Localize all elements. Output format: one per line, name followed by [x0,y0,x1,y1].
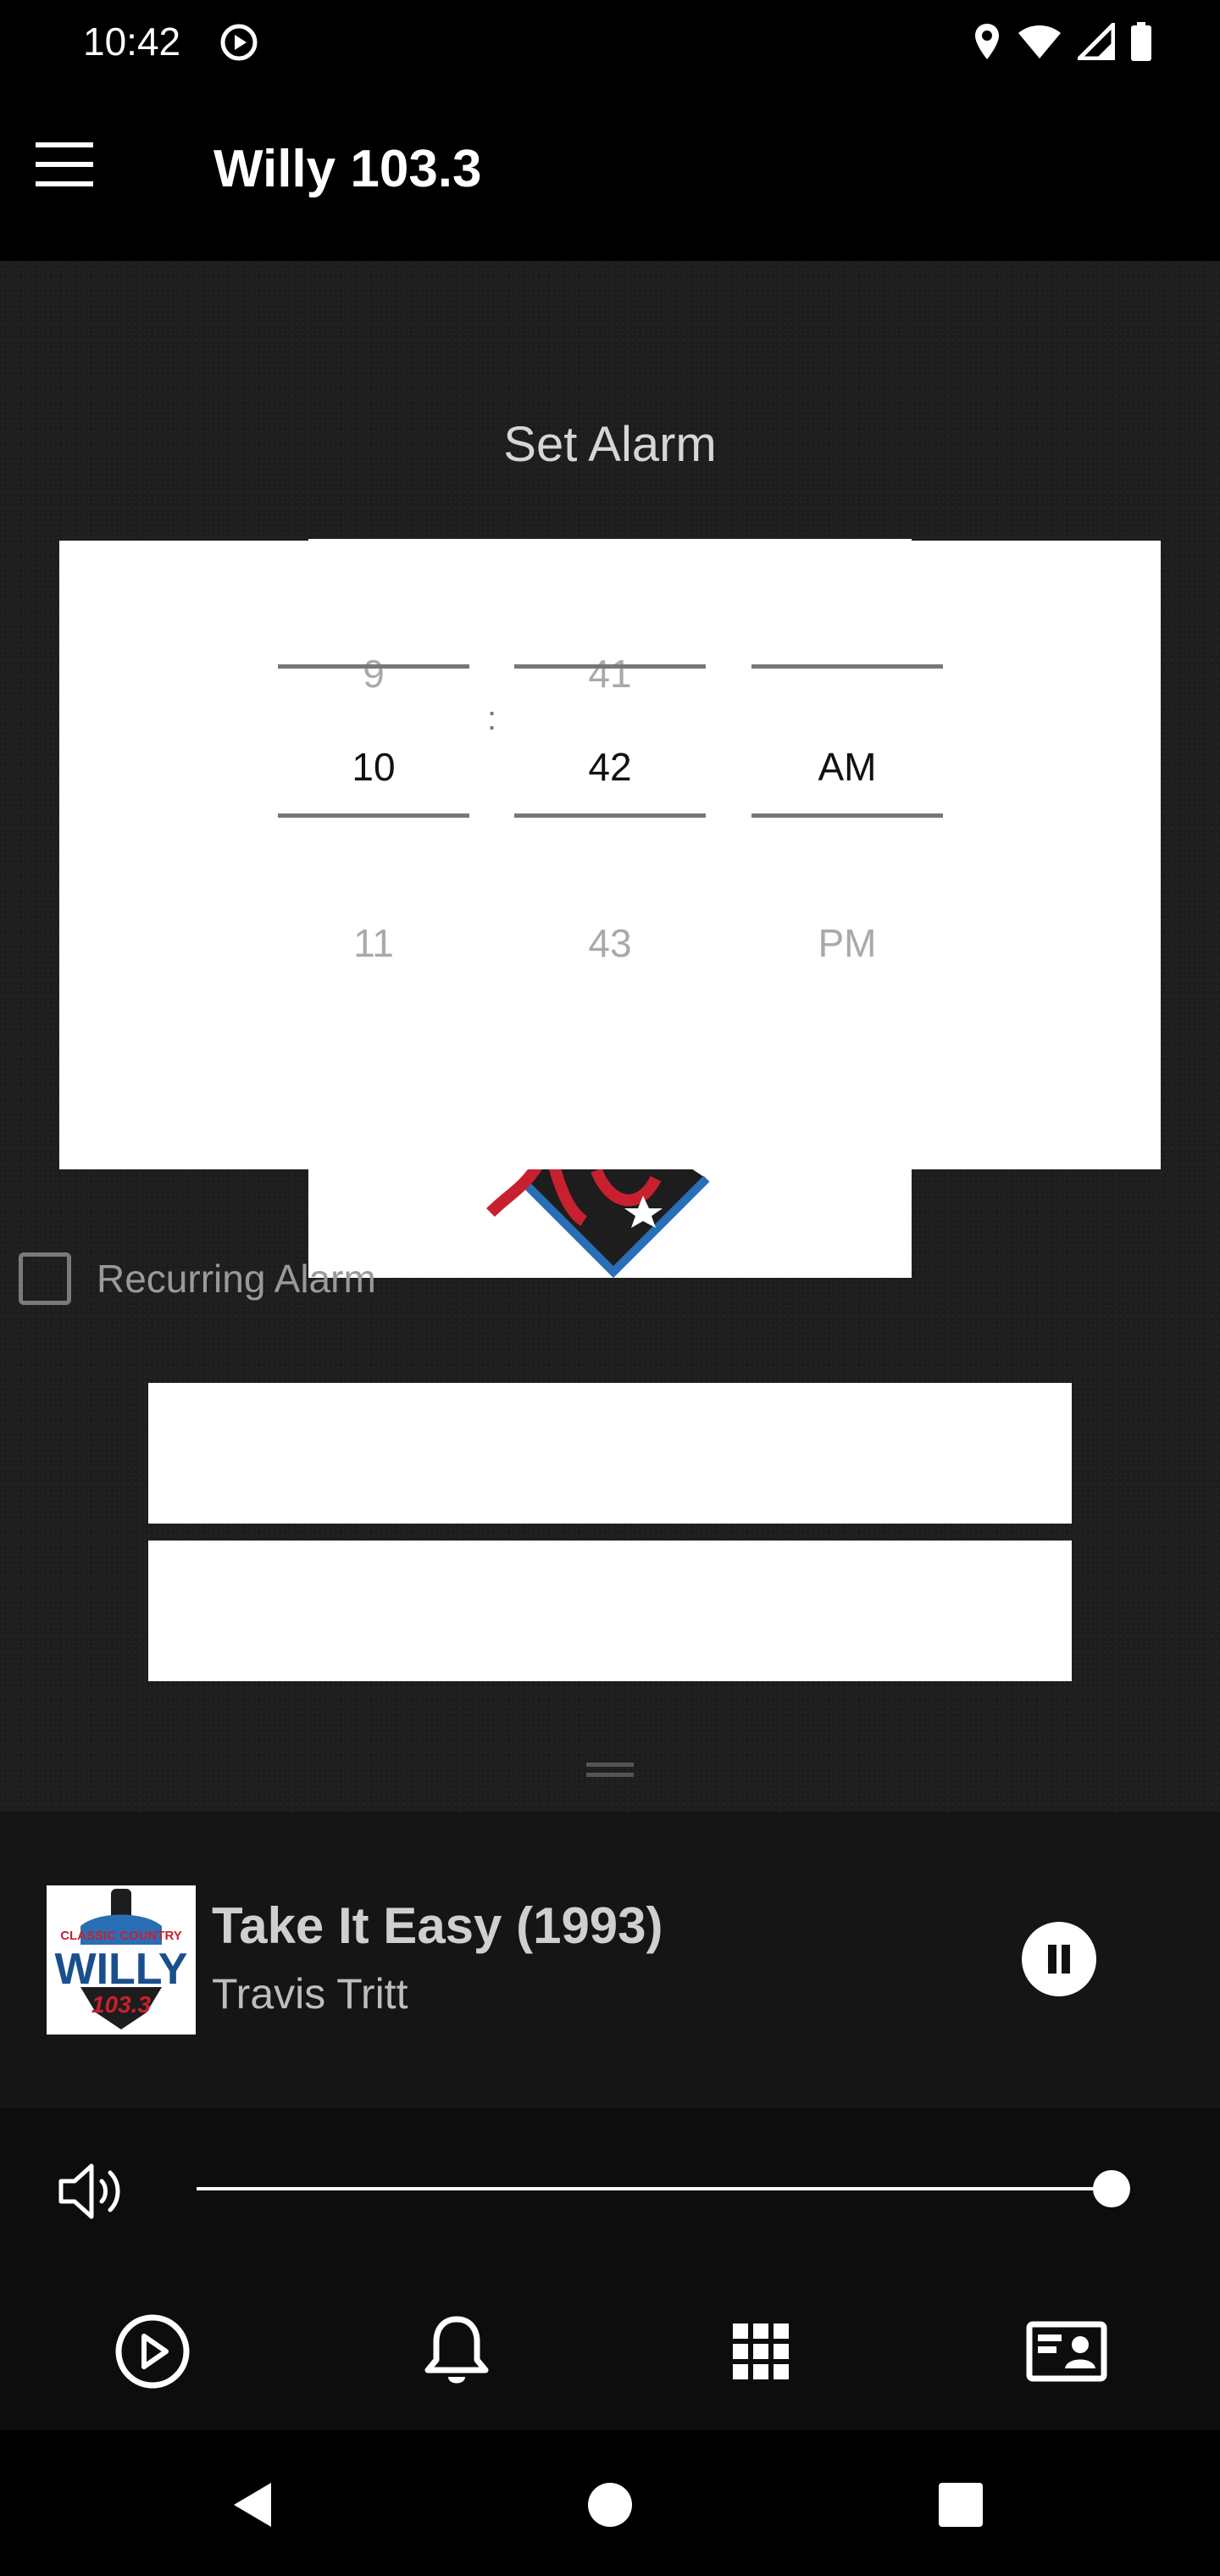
picker-divider-1-0 [514,664,706,669]
nav-alarm[interactable] [410,2305,503,2398]
album-art: CLASSIC COUNTRY WILLY 103.3 [47,1885,196,2035]
app-title: Willy 103.3 [214,140,482,198]
volume-thumb[interactable] [1093,2170,1130,2207]
nav-play[interactable] [106,2305,199,2398]
minute-prev[interactable]: 41 [514,651,706,697]
volume-row [0,2108,1220,2269]
alarm-action-button-2[interactable] [148,1541,1072,1681]
alarm-action-button-1[interactable] [148,1383,1072,1524]
contact-card-icon [1026,2321,1107,2382]
picker-divider-2-0 [751,664,943,669]
pause-icon [1048,1945,1056,1974]
time-picker: 9 10 11 : 41 42 43 AM PM [59,541,1161,1169]
recurring-checkbox[interactable] [19,1252,71,1305]
now-playing-bar[interactable]: CLASSIC COUNTRY WILLY 103.3 Take It Easy… [0,1812,1220,2108]
volume-fill [197,2187,1112,2190]
home-icon [588,2483,632,2527]
alarm-screen: Set Alarm 9 10 11 : 41 42 43 AM PM Recur… [0,261,1220,1812]
system-navigation-bar [0,2430,1220,2576]
recents-icon [939,2483,983,2527]
album-art-line3: 103.3 [92,1991,151,2018]
location-icon [975,24,999,59]
recurring-alarm-label: Recurring Alarm [97,1257,376,1301]
station-logo-image [486,1162,710,1278]
home-button[interactable] [569,2464,651,2545]
minute-selected[interactable]: 42 [514,744,706,790]
minute-next[interactable]: 43 [514,920,706,966]
period-next[interactable]: PM [751,920,943,966]
volume-icon[interactable] [56,2157,124,2225]
album-art-line1: CLASSIC COUNTRY [60,1929,182,1943]
time-separator: : [487,700,497,737]
set-alarm-heading: Set Alarm [503,417,717,472]
play-circle-icon [220,24,258,61]
drag-handle[interactable] [586,1763,634,1781]
play-circle-icon [115,2314,190,2389]
signal-icon [1078,23,1115,60]
picker-divider-0-0 [278,664,469,669]
picker-divider-2-1 [751,813,943,818]
period-selected[interactable]: AM [751,744,943,790]
hamburger-menu-icon[interactable] [34,134,95,195]
recents-button[interactable] [920,2464,1001,2545]
track-artist: Travis Tritt [212,1970,408,2018]
picker-divider-1-1 [514,813,706,818]
hour-next[interactable]: 11 [278,920,469,966]
hour-selected[interactable]: 10 [278,744,469,790]
station-logo-icon: CLASSIC COUNTRY WILLY 103.3 [47,1885,196,2035]
bottom-navigation [0,2269,1220,2430]
album-art-line2: WILLY [55,1945,188,1994]
hour-prev[interactable]: 9 [278,651,469,697]
pause-button[interactable] [1022,1922,1096,1996]
volume-slider[interactable] [197,2170,1130,2207]
bell-icon [424,2316,489,2384]
app-bar: Willy 103.3 [0,85,1220,261]
status-time: 10:42 [83,19,181,64]
wifi-icon [1018,25,1061,58]
recurring-alarm-row[interactable]: Recurring Alarm [19,1251,376,1307]
nav-contact[interactable] [1020,2305,1113,2398]
picker-divider-0-1 [278,813,469,818]
back-icon [234,2483,271,2527]
back-button[interactable] [214,2464,295,2545]
nav-grid[interactable] [714,2305,807,2398]
status-icons [973,22,1152,61]
grid-icon [733,2323,789,2379]
track-title: Take It Easy (1993) [212,1897,663,1954]
status-bar: 10:42 [0,0,1220,85]
battery-icon [1131,22,1151,61]
